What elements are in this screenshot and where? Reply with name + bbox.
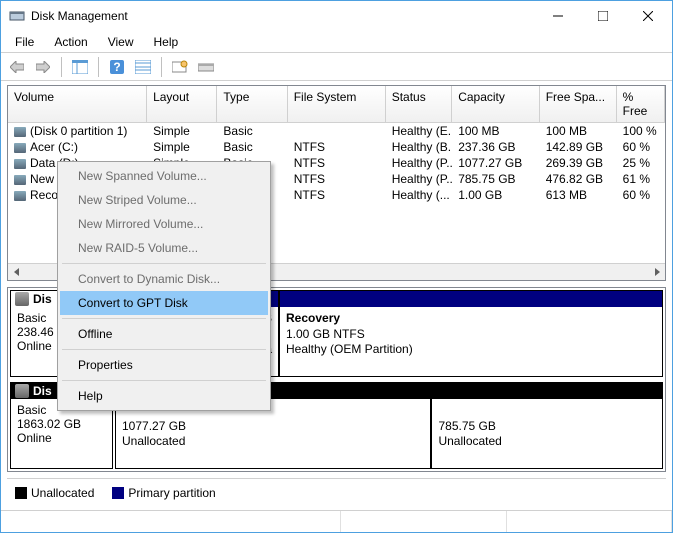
col-type[interactable]: Type [217,86,287,122]
disk-1-size: 1863.02 GB [17,417,106,431]
context-menu-item: New Mirrored Volume... [60,212,268,236]
disk-0-partition-recovery[interactable]: Recovery 1.00 GB NTFS Healthy (OEM Parti… [279,290,663,377]
disk-1-title: Dis [33,384,52,398]
titlebar: Disk Management [1,1,672,31]
partition-state: Unallocated [122,434,185,448]
cell: Healthy (B... [386,139,452,155]
col-status[interactable]: Status [386,86,452,122]
context-menu-separator [62,380,266,381]
col-volume[interactable]: Volume [8,86,147,122]
menubar: File Action View Help [1,31,672,53]
cell: Basic [217,139,287,155]
partition-fs: 1.00 GB NTFS [286,327,365,341]
cell: 100 % [617,123,665,139]
menu-action[interactable]: Action [44,33,97,51]
cell: 269.39 GB [540,155,617,171]
cell: 60 % [617,187,665,203]
disk-1-unallocated-2[interactable]: 785.75 GB Unallocated [431,382,663,469]
disk-1-state: Online [17,431,106,445]
cell: 476.82 GB [540,171,617,187]
cell: NTFS [288,155,386,171]
cell [288,123,386,139]
cell: 1.00 GB [452,187,540,203]
toolbar: ? [1,53,672,81]
partition-size: 785.75 GB [438,419,495,433]
partition-name: Recovery [286,311,340,325]
cell: 1077.27 GB [452,155,540,171]
cell: (Disk 0 partition 1) [8,123,147,139]
col-filesystem[interactable]: File System [288,86,386,122]
col-free[interactable]: Free Spa... [540,86,617,122]
disk-icon [15,384,29,398]
toolbar-drive-icon[interactable] [194,56,218,78]
col-layout[interactable]: Layout [147,86,217,122]
context-menu-item[interactable]: Offline [60,322,268,346]
context-menu-item: New RAID-5 Volume... [60,236,268,260]
col-capacity[interactable]: Capacity [452,86,540,122]
context-menu-separator [62,263,266,264]
context-menu-separator [62,349,266,350]
context-menu-item: New Striped Volume... [60,188,268,212]
legend-primary: Primary partition [112,486,215,500]
cell: 100 MB [540,123,617,139]
app-icon [9,8,25,24]
partition-state: Unallocated [438,434,501,448]
cell: Healthy (... [386,187,452,203]
menu-help[interactable]: Help [144,33,189,51]
cell: 100 MB [452,123,540,139]
partition-size: 1077.27 GB [122,419,186,433]
cell: 785.75 GB [452,171,540,187]
cell: Healthy (E... [386,123,452,139]
menu-file[interactable]: File [5,33,44,51]
help-icon[interactable]: ? [105,56,129,78]
partition-status: Healthy (OEM Partition) [286,342,413,356]
forward-button[interactable] [31,56,55,78]
close-button[interactable] [625,2,670,30]
svg-text:?: ? [113,60,120,74]
context-menu-item[interactable]: Convert to GPT Disk [60,291,268,315]
volume-row[interactable]: Acer (C:)SimpleBasicNTFSHealthy (B...237… [8,139,665,155]
disk-icon [15,292,29,306]
toolbar-settings-icon[interactable] [168,56,192,78]
cell: Basic [217,123,287,139]
maximize-button[interactable] [580,2,625,30]
context-menu-item[interactable]: Help [60,384,268,408]
context-menu-separator [62,318,266,319]
menu-view[interactable]: View [98,33,144,51]
cell: NTFS [288,171,386,187]
context-menu-item[interactable]: Properties [60,353,268,377]
cell: NTFS [288,187,386,203]
disk-0-title: Dis [33,292,52,306]
cell: 61 % [617,171,665,187]
scroll-left-icon[interactable] [8,264,25,281]
back-button[interactable] [5,56,29,78]
cell: Healthy (P... [386,155,452,171]
legend-unallocated: Unallocated [15,486,94,500]
column-headers: Volume Layout Type File System Status Ca… [8,86,665,123]
cell: 237.36 GB [452,139,540,155]
toolbar-list-icon[interactable] [131,56,155,78]
cell: Acer (C:) [8,139,147,155]
scroll-right-icon[interactable] [648,264,665,281]
cell: 142.89 GB [540,139,617,155]
context-menu-item: New Spanned Volume... [60,164,268,188]
context-menu: New Spanned Volume...New Striped Volume.… [57,161,271,411]
col-pctfree[interactable]: % Free [617,86,665,122]
toolbar-panes-icon[interactable] [68,56,92,78]
cell: Simple [147,123,217,139]
window-title: Disk Management [31,9,535,23]
context-menu-item: Convert to Dynamic Disk... [60,267,268,291]
cell: NTFS [288,139,386,155]
cell: 60 % [617,139,665,155]
volume-row[interactable]: (Disk 0 partition 1)SimpleBasic Healthy (… [8,123,665,139]
cell: Healthy (P... [386,171,452,187]
legend: Unallocated Primary partition [7,478,666,506]
cell: Simple [147,139,217,155]
cell: 25 % [617,155,665,171]
statusbar [1,510,672,532]
cell: 613 MB [540,187,617,203]
minimize-button[interactable] [535,2,580,30]
